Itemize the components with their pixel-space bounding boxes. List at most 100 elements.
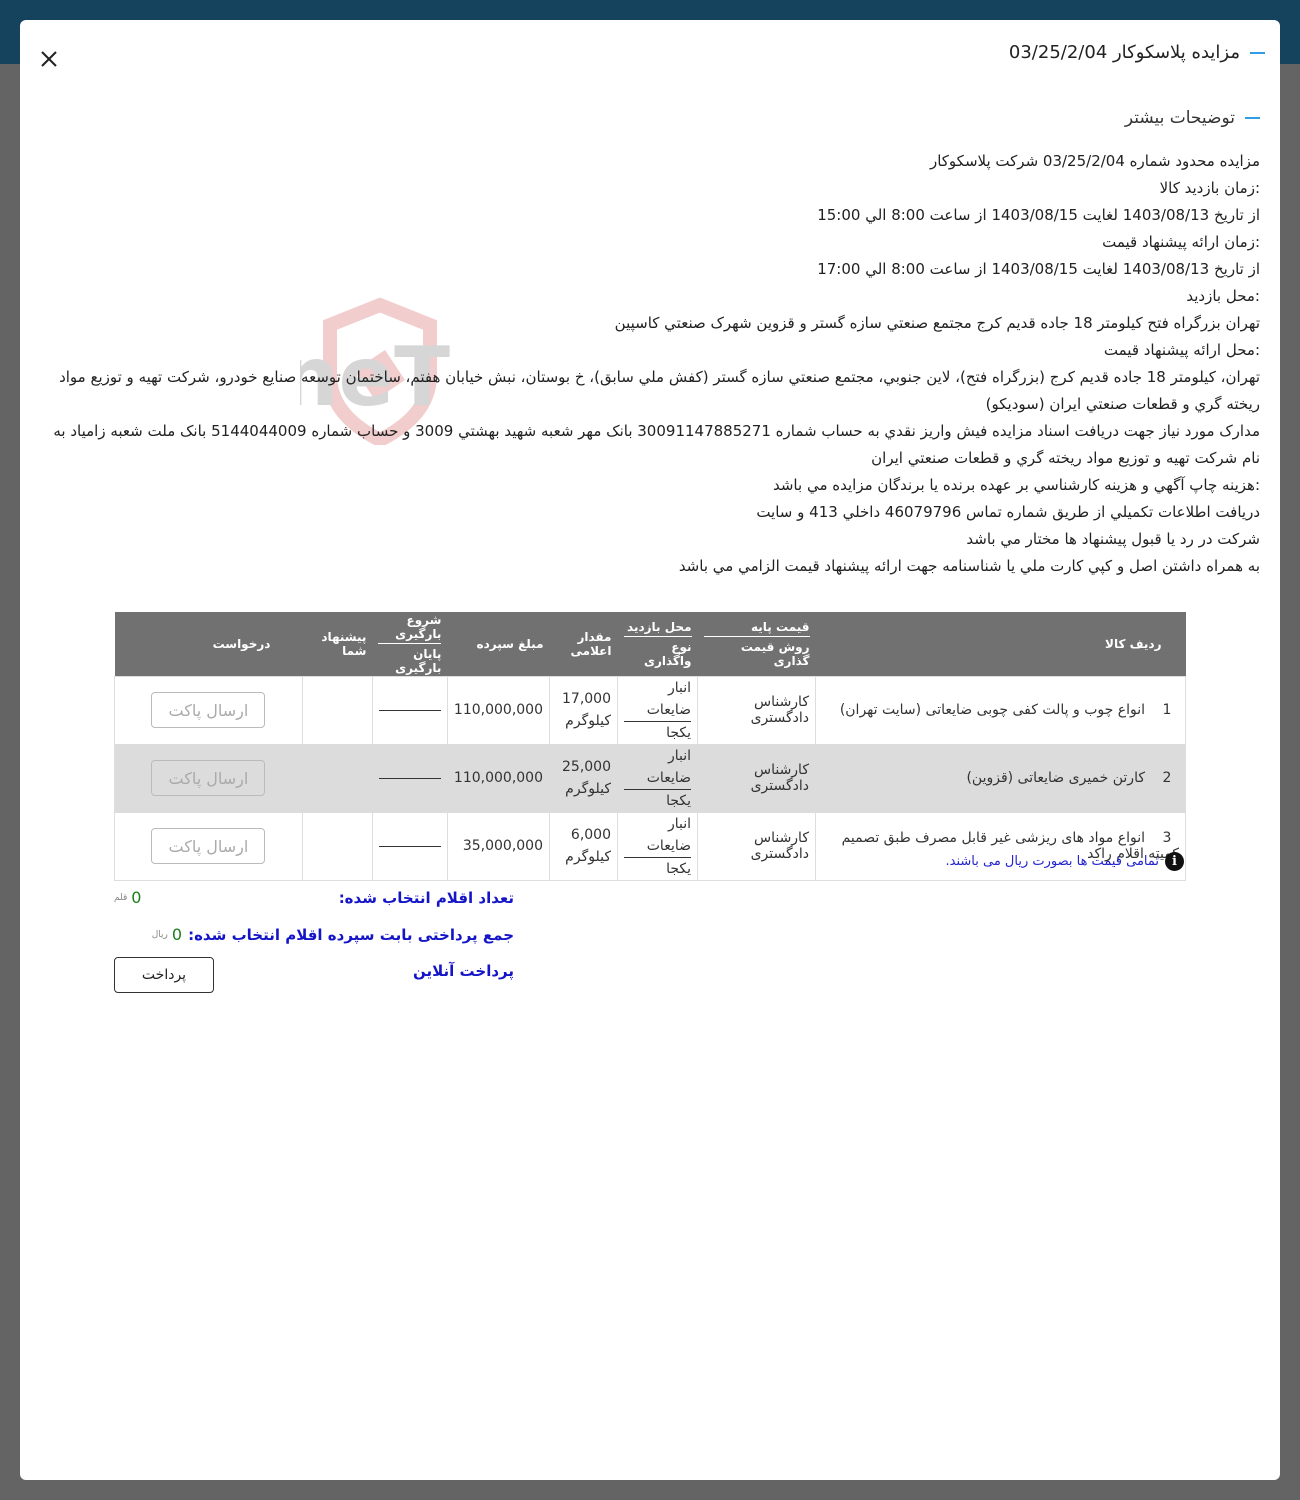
th-visit-place: محل بازدید (623, 620, 692, 637)
currency-note: i تمامی قیمت ها بصورت ریال می باشند. (945, 852, 1184, 871)
desc-line: مزايده محدود شماره 03/25/2/04 شركت پلاسك… (929, 152, 1260, 170)
cell-offer (301, 743, 373, 813)
items-table-wrapper: ردیف کالا قیمت پایه روش قیمت گذاری محل با… (114, 612, 1186, 881)
th-base-price: قیمت پایه (703, 620, 810, 637)
send-envelope-button[interactable]: ارسال پاکت (151, 760, 266, 796)
th-declared-qty: مقدار اعلامی (549, 612, 618, 676)
desc-line: از تاريخ 1403/08/13 لغايت 1403/08/15 از … (817, 206, 1260, 224)
section-title: توضیحات بیشتر (1125, 108, 1260, 128)
visit-place: انبار ضایعات (624, 813, 691, 858)
cell-visit: انبار ضایعات یکجا (617, 675, 698, 745)
th-transfer-type: نوع واگذاری (643, 639, 692, 668)
cell-pricing: کارشناس دادگستری (697, 675, 816, 745)
desc-line: :محل بازديد (1186, 287, 1260, 305)
transfer-type: یکجا (666, 724, 691, 741)
section-dash-icon (1245, 117, 1260, 119)
transfer-type: یکجا (666, 792, 691, 809)
cell-pricing: کارشناس دادگستری (697, 743, 816, 813)
desc-line: تهران بزرگراه فتح كيلومتر 18 جاده قديم ك… (614, 314, 1260, 332)
title-dash-icon (1250, 51, 1265, 54)
row-number: 3 (1162, 830, 1172, 846)
item-name: کارتن خمیری ضایعاتی (قزوین) (966, 770, 1145, 786)
th-row-item: ردیف کالا (815, 612, 1186, 676)
desc-line: دريافت اطلاعات تكميلي از طريق شماره تماس… (756, 503, 1260, 521)
qty-unit: کیلوگرم (565, 849, 611, 865)
cell-visit: انبار ضایعات یکجا (617, 743, 698, 813)
qty-value: 6,000 (570, 827, 611, 843)
item-name: انواع چوب و پالت کفی چوبی ضایعاتی (سایت … (839, 702, 1145, 718)
selected-count-row: تعداد اقلام انتخاب شده: 0 قلم (114, 888, 514, 907)
desc-line: شركت در رد يا قبول پيشنهاد ها مختار مي ب… (966, 530, 1260, 548)
cell-visit: انبار ضایعات یکجا (617, 811, 698, 881)
desc-line: از تاريخ 1403/08/13 لغايت 1403/08/15 از … (817, 260, 1260, 278)
cell-qty: 25,000 کیلوگرم (549, 743, 618, 813)
desc-line: مدارک مورد نياز جهت دريافت اسناد مزايده … (53, 422, 1260, 467)
cell-qty: 17,000 کیلوگرم (549, 675, 618, 745)
total-payment-row: جمع پرداختی بابت سپرده اقلام انتخاب شده:… (114, 925, 514, 944)
th-visit: محل بازدید نوع واگذاری (617, 612, 698, 676)
auction-details-modal: مزایده پلاسکوکار 03/25/2/04 توضیحات بیشت… (20, 20, 1280, 1480)
selected-count-label: تعداد اقلام انتخاب شده: (338, 888, 514, 907)
desc-line: :زمان ارائه پيشنهاد قيمت (1102, 233, 1260, 251)
qty-value: 25,000 (562, 759, 611, 775)
table-row: 2 کارتن خمیری ضایعاتی (قزوین) کارشناس داد… (114, 743, 1186, 813)
desc-line: به همراه داشتن اصل و كپي كارت ملي يا شنا… (678, 557, 1260, 575)
cell-deposit: 35,000,000 (446, 811, 551, 881)
th-your-offer: پیشنهاد شما (302, 612, 373, 676)
send-envelope-button[interactable]: ارسال پاکت (151, 828, 266, 864)
pay-button[interactable]: پرداخت (114, 957, 214, 993)
th-request: درخواست (114, 612, 303, 676)
send-envelope-button[interactable]: ارسال پاکت (151, 692, 266, 728)
transfer-type: یکجا (666, 860, 691, 877)
description-block: مزايده محدود شماره 03/25/2/04 شركت پلاسك… (40, 148, 1260, 580)
qty-unit: کیلوگرم (565, 713, 611, 729)
cell-pricing: کارشناس دادگستری (697, 811, 816, 881)
items-table: ردیف کالا قیمت پایه روش قیمت گذاری محل با… (114, 612, 1186, 881)
total-payment-unit: ریال (151, 929, 168, 940)
modal-title-text: مزایده پلاسکوکار 03/25/2/04 (1008, 42, 1240, 63)
visit-place: انبار ضایعات (624, 745, 691, 790)
th-pricing-method: روش قیمت گذاری (740, 639, 810, 668)
close-button[interactable] (38, 48, 60, 70)
qty-unit: کیلوگرم (565, 781, 611, 797)
close-icon (41, 51, 57, 67)
row-number: 2 (1162, 770, 1172, 786)
loading-empty-dash (378, 777, 441, 779)
cell-request: ارسال پاکت (114, 675, 303, 745)
th-load-start: شروع بارگیری (378, 613, 442, 644)
cell-loading (371, 811, 448, 881)
cell-offer (301, 675, 373, 745)
selected-count-unit: قلم (114, 892, 128, 903)
online-payment-label: پرداخت آنلاین (412, 962, 514, 980)
th-deposit: مبلغ سپرده (447, 612, 550, 676)
info-icon: i (1165, 852, 1184, 871)
desc-line: تهران، كيلومتر 18 جاده قديم كرج (بزرگراه… (59, 368, 1260, 413)
desc-line: :محل ارائه پيشنهاد قيمت (1103, 341, 1260, 359)
cell-request: ارسال پاکت (114, 811, 303, 881)
cell-offer (301, 811, 373, 881)
cell-deposit: 110,000,000 (446, 675, 551, 745)
desc-line: :هزينه چاپ آگهي و هزينه كارشناسي بر عهده… (772, 476, 1260, 494)
visit-place: انبار ضایعات (624, 677, 691, 722)
th-price: قیمت پایه روش قیمت گذاری (697, 612, 816, 676)
qty-value: 17,000 (562, 691, 611, 707)
th-load-end: پایان بارگیری (395, 646, 442, 675)
cell-loading (371, 743, 448, 813)
desc-line: :زمان بازديد كالا (1159, 179, 1260, 197)
cell-qty: 6,000 کیلوگرم (549, 811, 618, 881)
currency-note-text: تمامی قیمت ها بصورت ریال می باشند. (945, 854, 1160, 869)
total-payment-label: جمع پرداختی بابت سپرده اقلام انتخاب شده: (188, 925, 514, 944)
section-title-text: توضیحات بیشتر (1124, 108, 1235, 128)
total-payment-value: 0 (171, 925, 183, 944)
cell-loading (371, 675, 448, 745)
th-loading: شروع بارگیری پایان بارگیری (372, 612, 448, 676)
cell-item: 2 کارتن خمیری ضایعاتی (قزوین) (815, 743, 1186, 813)
cell-request: ارسال پاکت (114, 743, 303, 813)
loading-empty-dash (378, 845, 441, 847)
cell-item: 1 انواع چوب و پالت کفی چوبی ضایعاتی (سایت… (815, 675, 1186, 745)
table-row: 1 انواع چوب و پالت کفی چوبی ضایعاتی (سایت… (114, 675, 1186, 745)
modal-title: مزایده پلاسکوکار 03/25/2/04 (1009, 42, 1265, 63)
loading-empty-dash (378, 709, 441, 711)
table-header-row: ردیف کالا قیمت پایه روش قیمت گذاری محل با… (114, 612, 1186, 676)
selected-count-value: 0 (131, 888, 142, 907)
